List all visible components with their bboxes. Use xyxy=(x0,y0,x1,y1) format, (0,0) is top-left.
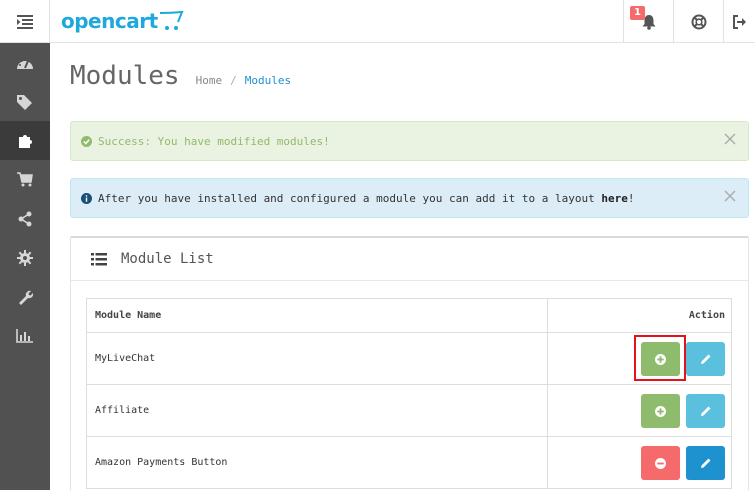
pencil-icon xyxy=(700,354,710,364)
sidebar-item-sales[interactable] xyxy=(0,160,50,199)
tags-icon xyxy=(17,94,32,110)
help-button[interactable] xyxy=(673,0,723,43)
pencil-icon xyxy=(700,406,710,416)
column-header-module-name[interactable]: Module Name xyxy=(86,298,548,333)
menu-toggle-button[interactable] xyxy=(0,0,50,43)
module-name: Amazon Payments Button xyxy=(86,436,548,489)
notification-badge: 1 xyxy=(630,6,645,20)
info-alert: After you have installed and configured … xyxy=(70,178,749,218)
module-table: Module Name Action MyLiveChat Affiliate … xyxy=(86,298,732,489)
close-icon xyxy=(724,190,736,202)
dashboard-icon xyxy=(17,58,33,69)
table-row: Amazon Payments Button xyxy=(86,436,732,489)
close-success-button[interactable] xyxy=(724,133,736,148)
logout-button[interactable] xyxy=(723,0,755,43)
install-button[interactable] xyxy=(641,342,680,376)
module-name: MyLiveChat xyxy=(86,332,548,385)
table-row: MyLiveChat xyxy=(86,332,732,385)
row-actions xyxy=(547,332,732,385)
sidebar-item-marketing[interactable] xyxy=(0,199,50,238)
main-content: Modules Home / Modules Success: You have… xyxy=(50,43,755,490)
info-text-end: ! xyxy=(627,191,635,205)
column-header-action: Action xyxy=(547,298,732,333)
table-header-row: Module Name Action xyxy=(86,298,732,333)
cog-icon xyxy=(17,249,33,266)
install-button[interactable] xyxy=(641,394,680,428)
sidebar-item-tools[interactable] xyxy=(0,277,50,316)
sidebar-item-extensions[interactable] xyxy=(0,121,50,160)
life-ring-icon xyxy=(691,14,706,29)
success-alert: Success: You have modified modules! xyxy=(70,121,749,161)
page-header: Modules Home / Modules xyxy=(70,61,291,91)
list-icon xyxy=(91,252,107,265)
bar-chart-icon xyxy=(16,328,33,343)
close-info-button[interactable] xyxy=(724,190,736,205)
sidebar-item-catalog[interactable] xyxy=(0,82,50,121)
panel-heading: Module List xyxy=(71,238,748,281)
row-actions xyxy=(547,384,732,437)
info-circle-icon xyxy=(81,192,92,204)
opencart-logo[interactable]: opencart xyxy=(61,6,184,36)
info-message: After you have installed and configured … xyxy=(98,192,634,205)
edit-button[interactable] xyxy=(686,446,725,480)
edit-button[interactable] xyxy=(686,342,725,376)
edit-button[interactable] xyxy=(686,394,725,428)
uninstall-button[interactable] xyxy=(641,446,680,480)
close-icon xyxy=(724,133,736,145)
minus-circle-icon xyxy=(655,457,666,469)
plus-circle-icon xyxy=(655,353,666,365)
breadcrumb: Home / Modules xyxy=(196,74,291,87)
table-row: Affiliate xyxy=(86,384,732,437)
wrench-icon xyxy=(19,290,33,305)
sidebar-item-system[interactable] xyxy=(0,238,50,277)
panel-title: Module List xyxy=(121,251,214,267)
logo-cart-icon xyxy=(159,10,184,30)
pencil-icon xyxy=(700,458,710,468)
breadcrumb-separator: / xyxy=(230,74,237,87)
check-circle-icon xyxy=(81,135,92,147)
breadcrumb-home[interactable]: Home xyxy=(196,74,223,87)
logout-icon xyxy=(732,14,746,29)
sidebar-item-dashboard[interactable] xyxy=(0,43,50,82)
success-message: Success: You have modified modules! xyxy=(98,134,330,148)
row-actions xyxy=(547,436,732,489)
puzzle-icon xyxy=(19,134,32,148)
share-icon xyxy=(18,211,32,226)
info-text: After you have installed and configured … xyxy=(98,191,602,205)
notifications-button[interactable]: 1 xyxy=(623,0,673,43)
info-layout-link[interactable]: here xyxy=(601,192,628,205)
module-list-panel: Module List Module Name Action MyLiveCha… xyxy=(70,236,749,490)
page-title: Modules xyxy=(70,61,180,91)
plus-circle-icon xyxy=(655,405,666,417)
top-header: opencart 1 xyxy=(0,0,755,43)
sidebar-item-reports[interactable] xyxy=(0,316,50,355)
cart-icon xyxy=(17,172,33,187)
logo-text: opencart xyxy=(61,9,158,33)
menu-toggle-icon xyxy=(16,14,33,29)
sidebar xyxy=(0,43,50,490)
breadcrumb-modules[interactable]: Modules xyxy=(245,74,291,87)
module-name: Affiliate xyxy=(86,384,548,437)
